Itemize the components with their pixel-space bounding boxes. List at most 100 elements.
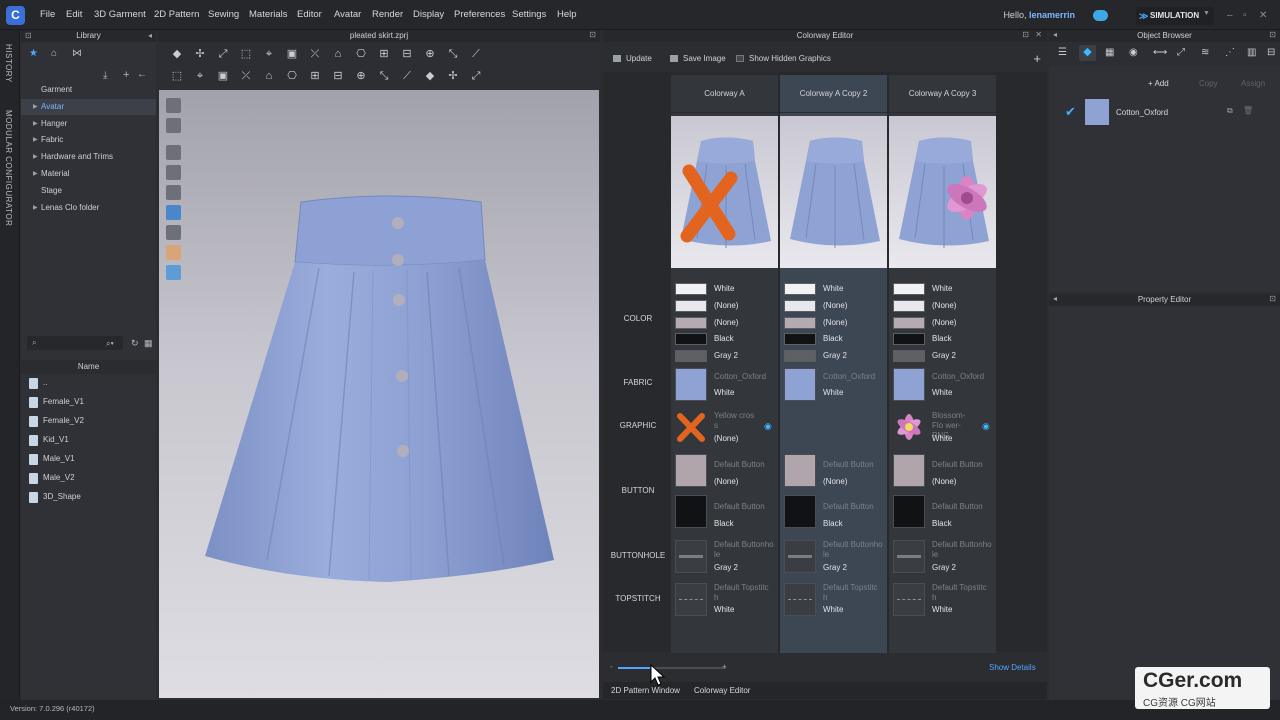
toolbar-tool-icon[interactable]: ⊕	[423, 48, 437, 60]
star-icon[interactable]: ★	[29, 48, 38, 59]
button-object-icon[interactable]: ◉	[1129, 47, 1138, 58]
duplicate-icon[interactable]: ⧉	[1227, 106, 1233, 116]
library-item-garment[interactable]: Garment	[21, 82, 156, 98]
topstitch-swatch[interactable]	[784, 583, 816, 616]
update-button[interactable]: Update	[613, 54, 652, 63]
toolbar-tool-icon[interactable]: ⎔	[285, 70, 299, 82]
file-item[interactable]: Kid_V1	[27, 432, 147, 448]
buttonhole-swatch[interactable]	[675, 540, 707, 573]
color-swatch[interactable]	[675, 283, 707, 295]
color-swatch[interactable]	[675, 316, 707, 329]
library-item-material[interactable]: ▶ Material	[21, 166, 156, 182]
toolbar-tool-icon[interactable]: ⬚	[170, 70, 184, 82]
chevron-right-icon[interactable]: ▶	[33, 99, 38, 115]
library-item-stage[interactable]: Stage	[21, 183, 156, 199]
library-item-lenas-clo-folder[interactable]: ▶ Lenas Clo folder	[21, 200, 156, 216]
toolbar-tool-icon[interactable]: ▣	[216, 70, 230, 82]
add-icon[interactable]: +	[123, 69, 129, 81]
toolbar-tool-icon[interactable]: ⟋	[469, 48, 483, 60]
toolbar-tool-icon[interactable]: ⤢	[216, 48, 230, 60]
color-swatch[interactable]	[893, 333, 925, 346]
float-icon[interactable]: ⊡	[1022, 30, 1029, 39]
trim-icon[interactable]: ⋰	[1225, 47, 1235, 58]
eye-icon[interactable]: ◉	[764, 421, 772, 432]
toolbar-tool-icon[interactable]: ⟋	[400, 70, 414, 82]
name-column-header[interactable]: Name	[21, 360, 156, 374]
toolbar-tool-icon[interactable]: ⬚	[239, 48, 253, 60]
toolbar-tool-icon[interactable]: ⊞	[308, 70, 322, 82]
fabric-icon[interactable]: ◆	[1079, 45, 1096, 61]
button-swatch[interactable]	[675, 454, 707, 487]
tab-2d-pattern-window[interactable]: 2D Pattern Window	[611, 686, 680, 695]
buttonhole-icon[interactable]: ⟷	[1153, 47, 1167, 58]
cloud-icon[interactable]	[1093, 10, 1108, 21]
grid-view-icon[interactable]: ▦	[144, 338, 153, 349]
color-swatch[interactable]	[893, 299, 925, 312]
fabric-swatch[interactable]	[893, 368, 925, 401]
cross-graphic-swatch[interactable]	[675, 411, 707, 444]
topstitch-icon[interactable]: ⤢	[1177, 47, 1185, 58]
file-item[interactable]: Female_V2	[27, 413, 147, 429]
color-swatch[interactable]	[784, 350, 816, 363]
menu-materials[interactable]: Materials	[249, 9, 288, 20]
colorway-thumbnail[interactable]	[671, 116, 778, 268]
flower-graphic-swatch[interactable]	[893, 411, 925, 444]
menu-display[interactable]: Display	[413, 9, 444, 20]
file-item[interactable]: 3D_Shape	[27, 489, 147, 505]
colorway-name[interactable]: Colorway A Copy 2	[780, 75, 887, 113]
pattern-icon[interactable]: ▦	[1105, 47, 1114, 58]
chevron-down-icon[interactable]: ▼	[1203, 10, 1210, 17]
tab-history[interactable]: HISTORY	[4, 44, 13, 83]
library-item-fabric[interactable]: ▶ Fabric	[21, 132, 156, 148]
delete-icon[interactable]: 🗑	[1243, 106, 1253, 115]
toolbar-tool-icon[interactable]: ⌖	[262, 48, 276, 60]
graphic-icon[interactable]: ▥	[1247, 47, 1256, 58]
toolbar-tool-icon[interactable]: ⊟	[400, 48, 414, 60]
color-swatch[interactable]	[784, 333, 816, 346]
download-icon[interactable]: ⤓	[103, 70, 107, 81]
toolbar-tool-icon[interactable]: ⌂	[262, 70, 276, 82]
button-swatch[interactable]	[675, 495, 707, 528]
search-filter-icon[interactable]: ⌕▾	[106, 339, 114, 349]
topstitch-swatch[interactable]	[893, 583, 925, 616]
toolbar-tool-icon[interactable]: ⌂	[331, 48, 345, 60]
menu-2d-pattern[interactable]: 2D Pattern	[154, 9, 199, 20]
fabric-swatch[interactable]	[784, 368, 816, 401]
add-object-button[interactable]: + Add	[1148, 79, 1169, 88]
toolbar-tool-icon[interactable]: ▣	[285, 48, 299, 60]
menu-sewing[interactable]: Sewing	[208, 9, 239, 20]
copy-object-button[interactable]: Copy	[1199, 79, 1218, 88]
buttonhole-swatch[interactable]	[893, 540, 925, 573]
library-item-hanger[interactable]: ▶ Hanger	[21, 116, 156, 132]
toolbar-tool-icon[interactable]: ⤫	[239, 70, 253, 82]
toolbar-tool-icon[interactable]: ⤡	[377, 70, 391, 82]
colorway-name[interactable]: Colorway A Copy 3	[889, 75, 996, 113]
library-item-avatar[interactable]: ▶ Avatar	[21, 98, 156, 115]
colorway-name[interactable]: Colorway A	[671, 75, 778, 113]
toolbar-tool-icon[interactable]: ⤫	[308, 48, 322, 60]
color-swatch[interactable]	[675, 299, 707, 312]
toolbar-tool-icon[interactable]: ◆	[423, 70, 437, 82]
pin-icon[interactable]: ◂	[1053, 30, 1057, 39]
chevron-right-icon[interactable]: ▶	[33, 166, 38, 182]
tab-modular-configurator[interactable]: MODULAR CONFIGURATOR	[4, 110, 13, 226]
button-swatch[interactable]	[784, 495, 816, 528]
save-image-button[interactable]: Save Image	[670, 54, 726, 63]
toolbar-tool-icon[interactable]: ⎔	[354, 48, 368, 60]
menu-render[interactable]: Render	[372, 9, 403, 20]
menu-preferences[interactable]: Preferences	[454, 9, 505, 20]
list-icon[interactable]: ☰	[1058, 47, 1067, 58]
username[interactable]: lenamerrin	[1029, 10, 1075, 20]
menu-file[interactable]: File	[40, 9, 55, 20]
pin-icon[interactable]: ⊡	[25, 30, 32, 42]
object-item-cotton-oxford[interactable]: ✔ Cotton_Oxford ⧉ 🗑	[1049, 96, 1280, 130]
show-details-link[interactable]: Show Details	[989, 663, 1036, 672]
eye-icon[interactable]: ◉	[982, 421, 990, 432]
menu-help[interactable]: Help	[557, 9, 577, 20]
chevron-right-icon[interactable]: ▶	[33, 132, 38, 148]
refresh-icon[interactable]: ↻	[131, 338, 139, 349]
colorway-column[interactable]: Colorway A Copy 3 White (None) (None) Black G…	[889, 75, 996, 653]
add-colorway-icon[interactable]: +	[1033, 51, 1041, 66]
button-swatch[interactable]	[893, 495, 925, 528]
toolbar-tool-icon[interactable]: ✢	[193, 48, 207, 60]
